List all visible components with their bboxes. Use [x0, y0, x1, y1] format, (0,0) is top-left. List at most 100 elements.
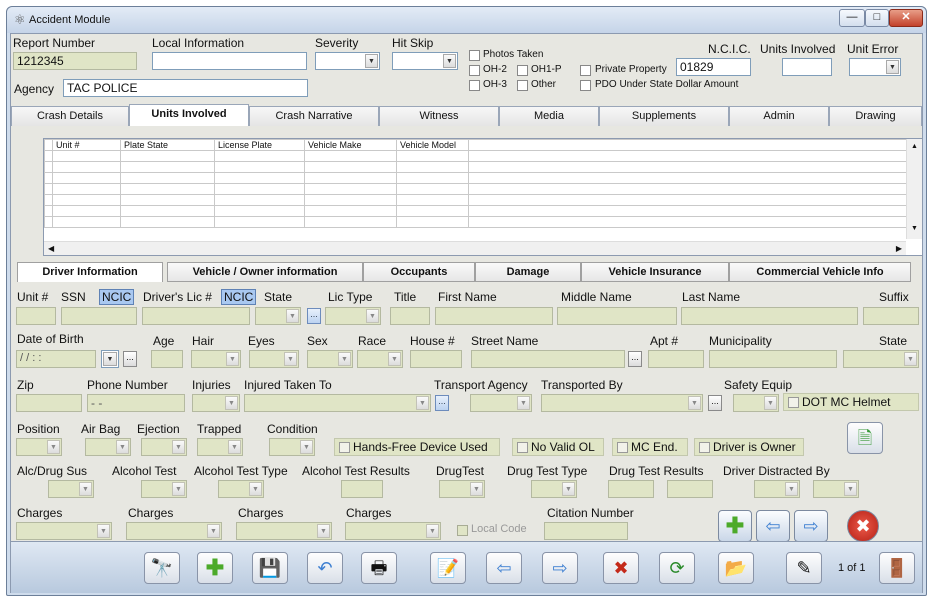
next-record-button[interactable]: ⇨	[542, 552, 578, 584]
delete-record-button[interactable]: ✖	[603, 552, 639, 584]
tab-supplements[interactable]: Supplements	[599, 106, 729, 126]
save-button[interactable]: 💾	[252, 552, 288, 584]
units-grid[interactable]: Unit # Plate State License Plate Vehicle…	[43, 138, 923, 256]
transported-by-select[interactable]: ▼	[541, 394, 703, 412]
dob-field[interactable]: / / : :	[16, 350, 96, 368]
hands-free-checkbox[interactable]: Hands-Free Device Used	[334, 438, 500, 456]
street-name-field[interactable]	[471, 350, 625, 368]
first-name-field[interactable]	[435, 307, 553, 325]
photos-taken-checkbox[interactable]	[469, 50, 480, 61]
local-code-checkbox[interactable]	[457, 525, 468, 536]
next-charge-button[interactable]: ⇨	[794, 510, 828, 542]
alc-drug-sus-select[interactable]: ▼	[48, 480, 94, 498]
alcohol-test-results-field[interactable]	[341, 480, 383, 498]
charges-select-2[interactable]: ▼	[126, 522, 222, 540]
state-lookup-button[interactable]: ...	[307, 308, 321, 324]
document-check-button[interactable]: 🗎	[847, 422, 883, 454]
table-row[interactable]	[44, 172, 909, 184]
table-row[interactable]	[44, 161, 909, 173]
search-button[interactable]: 🔭	[144, 552, 180, 584]
alcohol-test-type-select[interactable]: ▼	[218, 480, 264, 498]
add-charge-button[interactable]: ✚	[718, 510, 752, 542]
charges-select-1[interactable]: ▼	[16, 522, 112, 540]
dob-lookup-button[interactable]: ...	[123, 351, 137, 367]
title-field[interactable]	[390, 307, 430, 325]
lic-type-select[interactable]: ▼	[325, 307, 381, 325]
charges-select-4[interactable]: ▼	[345, 522, 441, 540]
injuries-select[interactable]: ▼	[192, 394, 240, 412]
apt-field[interactable]	[648, 350, 704, 368]
transported-by-lookup-button[interactable]: ...	[708, 395, 722, 411]
driver-distracted-by-select-1[interactable]: ▼	[754, 480, 800, 498]
tab-media[interactable]: Media	[499, 106, 599, 126]
drug-test-type-select[interactable]: ▼	[531, 480, 577, 498]
tab-crash-narrative[interactable]: Crash Narrative	[249, 106, 379, 126]
table-row[interactable]	[44, 216, 909, 228]
table-row[interactable]	[44, 150, 909, 162]
table-row[interactable]	[44, 205, 909, 217]
hair-select[interactable]: ▼	[191, 350, 241, 368]
grid-col-vehicle-model[interactable]: Vehicle Model	[396, 139, 469, 151]
tab-witness[interactable]: Witness	[379, 106, 499, 126]
scroll-right-icon[interactable]: ▶	[896, 244, 902, 253]
state-select[interactable]: ▼	[255, 307, 301, 325]
grid-col-vehicle-make[interactable]: Vehicle Make	[304, 139, 397, 151]
air-bag-select[interactable]: ▼	[85, 438, 131, 456]
eyes-select[interactable]: ▼	[249, 350, 299, 368]
scroll-down-icon[interactable]: ▼	[911, 225, 918, 232]
citation-number-field[interactable]	[544, 522, 628, 540]
tab-vehicle-owner-information[interactable]: Vehicle / Owner information	[167, 262, 363, 282]
oh2-checkbox[interactable]	[469, 65, 480, 76]
state2-select[interactable]: ▼	[843, 350, 919, 368]
ssn-field[interactable]	[61, 307, 137, 325]
mc-end-checkbox[interactable]: MC End.	[612, 438, 688, 456]
tab-crash-details[interactable]: Crash Details	[11, 106, 129, 126]
sex-select[interactable]: ▼	[307, 350, 353, 368]
tab-units-involved[interactable]: Units Involved	[129, 104, 249, 126]
street-lookup-button[interactable]: ...	[628, 351, 642, 367]
alcohol-test-select[interactable]: ▼	[141, 480, 187, 498]
tab-drawing[interactable]: Drawing	[829, 106, 922, 126]
report-number-field[interactable]: 1212345	[13, 52, 137, 70]
charges-select-3[interactable]: ▼	[236, 522, 332, 540]
house-number-field[interactable]	[410, 350, 462, 368]
age-field[interactable]	[151, 350, 183, 368]
injured-taken-to-select[interactable]: ▼	[244, 394, 431, 412]
open-folder-button[interactable]: 📂	[718, 552, 754, 584]
last-name-field[interactable]	[681, 307, 858, 325]
edit-button[interactable]: ✎	[786, 552, 822, 584]
oh3-checkbox[interactable]	[469, 80, 480, 91]
units-involved-field[interactable]	[782, 58, 832, 76]
tab-vehicle-insurance[interactable]: Vehicle Insurance	[581, 262, 729, 282]
grid-vertical-scrollbar[interactable]: ▲ ▼	[906, 139, 922, 239]
oh1p-checkbox[interactable]	[517, 65, 528, 76]
trapped-select[interactable]: ▼	[197, 438, 243, 456]
ncic-field[interactable]: 01829	[676, 58, 751, 76]
tab-commercial-vehicle-info[interactable]: Commercial Vehicle Info	[729, 262, 911, 282]
minimize-button[interactable]: —	[839, 9, 865, 27]
add-record-button[interactable]: ✚	[197, 552, 233, 584]
zip-field[interactable]	[16, 394, 82, 412]
agency-field[interactable]: TAC POLICE	[63, 79, 308, 97]
position-select[interactable]: ▼	[16, 438, 62, 456]
local-information-field[interactable]	[152, 52, 307, 70]
driver-distracted-by-select-2[interactable]: ▼	[813, 480, 859, 498]
tab-occupants[interactable]: Occupants	[363, 262, 475, 282]
scroll-left-icon[interactable]: ◀	[48, 244, 54, 253]
drug-test-results-field-1[interactable]	[608, 480, 654, 498]
injured-taken-to-lookup-button[interactable]: ...	[435, 395, 449, 411]
refresh-button[interactable]: ⟳	[659, 552, 695, 584]
print-button[interactable]: 🖶	[361, 552, 397, 584]
notes-button[interactable]: 📝	[430, 552, 466, 584]
drug-test-results-field-2[interactable]	[667, 480, 713, 498]
dob-dropdown[interactable]: ▼	[101, 350, 119, 368]
phone-number-field[interactable]: - -	[87, 394, 185, 412]
table-row[interactable]	[44, 183, 909, 195]
grid-col-unit[interactable]: Unit #	[52, 139, 121, 151]
tab-damage[interactable]: Damage	[475, 262, 581, 282]
race-select[interactable]: ▼	[357, 350, 403, 368]
safety-equip-select[interactable]: ▼	[733, 394, 779, 412]
maximize-button[interactable]: □	[865, 9, 889, 27]
unit-error-select[interactable]: ▼	[849, 58, 901, 76]
suffix-field[interactable]	[863, 307, 919, 325]
